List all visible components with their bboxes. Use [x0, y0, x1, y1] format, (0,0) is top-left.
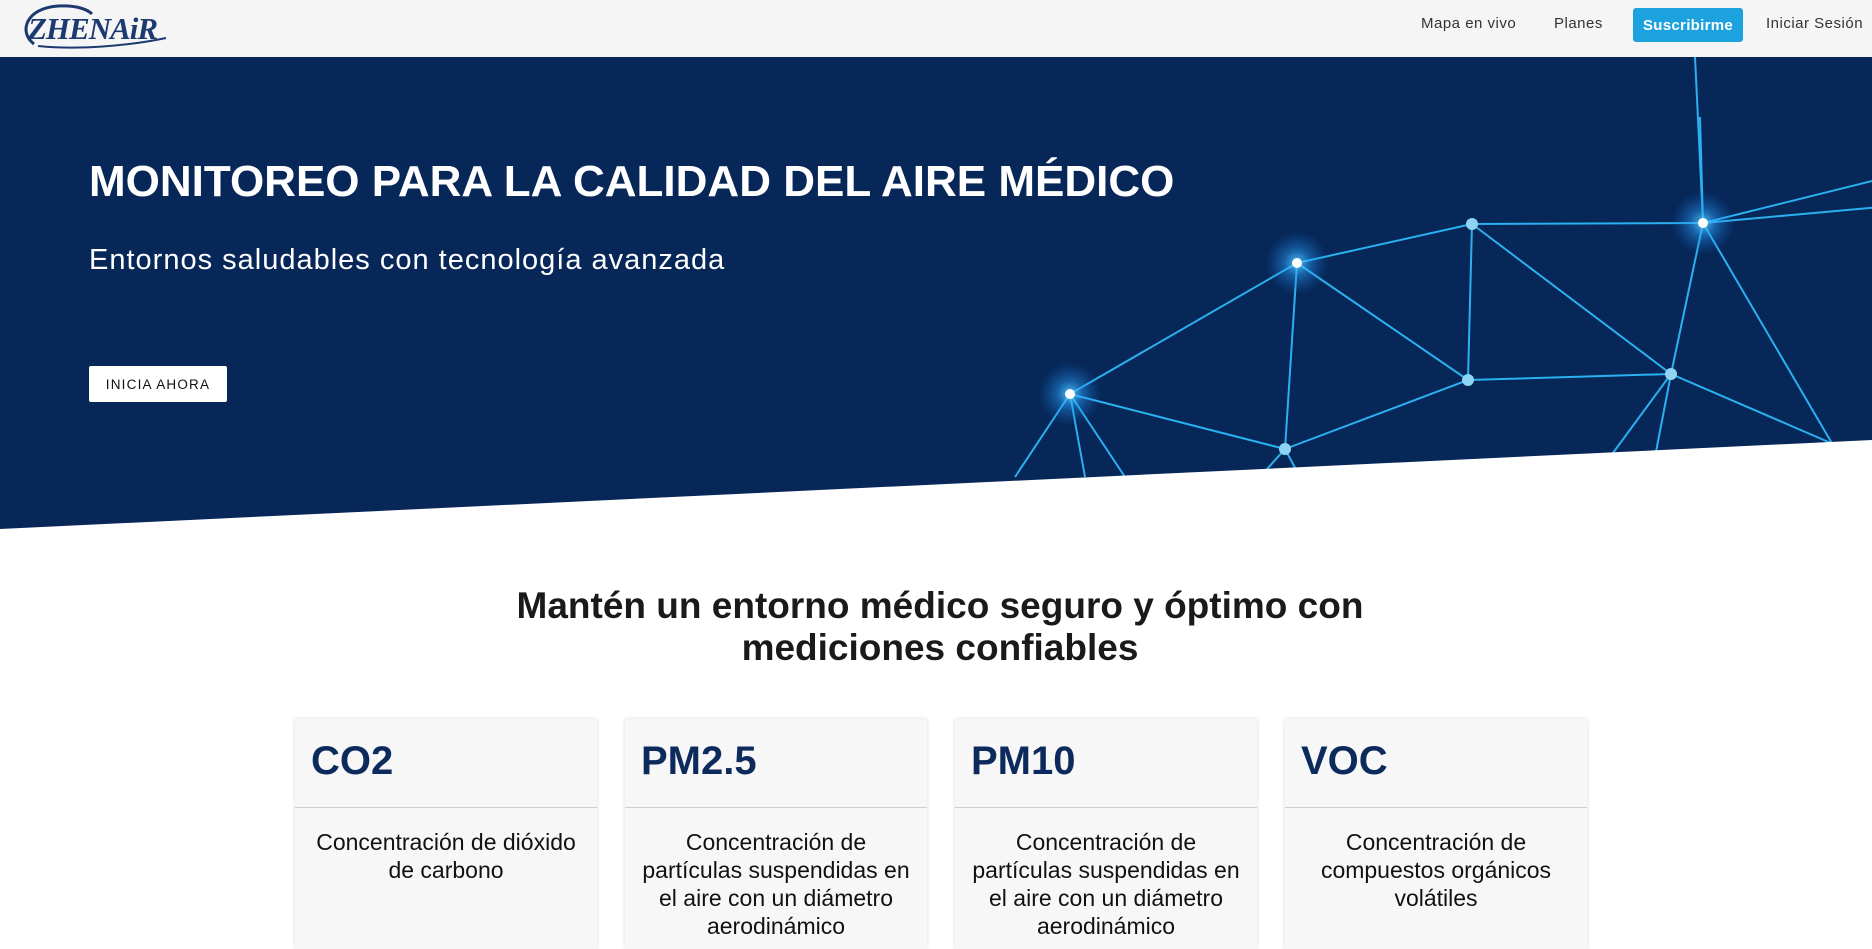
card-title: VOC — [1301, 739, 1388, 783]
card-header: CO2 — [295, 719, 597, 808]
hero-section: MONITOREO PARA LA CALIDAD DEL AIRE MÉDIC… — [0, 57, 1872, 529]
section-title-line2: mediciones confiables — [741, 627, 1139, 668]
card-description: Concentración de partículas suspendidas … — [642, 829, 910, 939]
card-description: Concentración de compuestos orgánicos vo… — [1320, 829, 1552, 911]
card-description: Concentración de dióxido de carbono — [316, 829, 576, 883]
card-title: PM2.5 — [641, 739, 757, 783]
card-header: PM10 — [955, 719, 1257, 808]
top-navbar: ZHENAiR Mapa en vivo Planes Suscribirme … — [0, 0, 1872, 57]
card-title: CO2 — [311, 739, 394, 783]
card-title: PM10 — [971, 739, 1076, 783]
section-title: Mantén un entorno médico seguro y óptimo… — [0, 585, 1872, 669]
nav-link-planes[interactable]: Planes — [1554, 15, 1603, 32]
login-link[interactable]: Iniciar Sesión — [1766, 15, 1863, 32]
card-pm25: PM2.5 Concentración de partículas suspen… — [625, 719, 927, 949]
logo-text: ZHENAiR — [28, 11, 158, 46]
hero-slant-divider — [0, 440, 1872, 529]
card-voc: VOC Concentración de compuestos orgánico… — [1285, 719, 1587, 949]
card-header: PM2.5 — [625, 719, 927, 808]
zhenair-logo[interactable]: ZHENAiR — [18, 2, 168, 52]
card-pm10: PM10 Concentración de partículas suspend… — [955, 719, 1257, 949]
card-description: Concentración de partículas suspendidas … — [972, 829, 1240, 939]
card-co2: CO2 Concentración de dióxido de carbono — [295, 719, 597, 949]
nav-link-mapa-en-vivo[interactable]: Mapa en vivo — [1421, 15, 1516, 32]
card-header: VOC — [1285, 719, 1587, 808]
section-title-line1: Mantén un entorno médico seguro y óptimo… — [516, 585, 1364, 626]
subscribe-button[interactable]: Suscribirme — [1633, 8, 1744, 42]
